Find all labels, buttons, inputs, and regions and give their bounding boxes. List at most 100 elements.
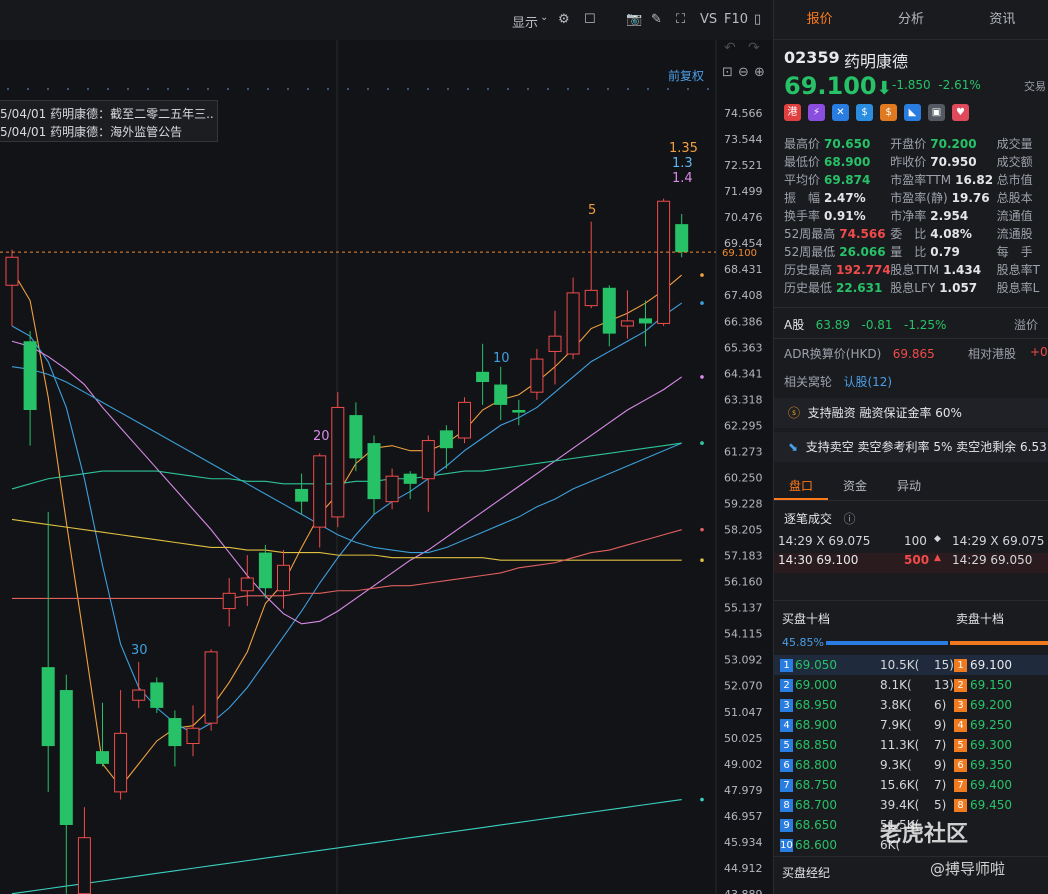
layout-icon[interactable]: ☐ xyxy=(584,12,596,27)
adjust-mode-button[interactable]: 前复权 xyxy=(668,67,704,84)
y-tick-label: 64.341 xyxy=(724,367,763,380)
stat-value: 69.874 xyxy=(824,173,871,187)
redo-icon[interactable]: ↷ xyxy=(748,40,760,56)
feature-badge-icon[interactable]: ▣ xyxy=(928,104,945,121)
stat-label: 流通值 xyxy=(996,209,1033,223)
y-tick-label: 50.025 xyxy=(724,732,763,745)
bid-volume: 10.5K( xyxy=(880,658,920,672)
candle-body xyxy=(602,287,616,334)
candle-body xyxy=(23,341,37,411)
candle-body xyxy=(77,837,91,894)
news-annotation-1[interactable]: 5/04/01 药明康德：截至二零二五年三... xyxy=(0,105,213,123)
stat-cell: 市盈率(静) 19.76 xyxy=(890,189,996,207)
feature-badge-icon[interactable]: ♥ xyxy=(952,104,969,121)
stat-cell: 总股本 xyxy=(997,189,1048,207)
y-tick-label: 44.912 xyxy=(724,862,763,875)
bid-percent: 45.85% xyxy=(782,636,824,649)
kline-chart-pane[interactable]: 74.566 73.544 72.521 71.499 70.476 69.454 68.4… xyxy=(0,0,773,894)
candle-body xyxy=(59,690,73,825)
feature-badge-icon[interactable]: ◣ xyxy=(904,104,921,121)
dot-marker xyxy=(507,88,509,90)
feature-badge-icon[interactable]: ✕ xyxy=(832,104,849,121)
ticks-title-label: 逐笔成交 xyxy=(784,512,833,526)
tab-capital[interactable]: 资金 xyxy=(828,474,882,500)
order-book-row[interactable]: 7 68.750 15.6K(7) 7 69.400 xyxy=(774,775,1048,795)
dot-marker xyxy=(307,88,309,90)
tab-quote[interactable]: 报价 xyxy=(774,0,865,39)
zoom-reset-icon[interactable]: ⊡ xyxy=(722,65,733,80)
f10-button[interactable]: F10 xyxy=(724,12,748,27)
a-share-percent: -1.25% xyxy=(904,318,947,332)
info-icon[interactable]: ⓘ xyxy=(843,512,855,526)
news-annotation-box[interactable]: 5/04/01 药明康德：截至二零二五年三... 5/04/01 药明康德：海外… xyxy=(0,100,218,142)
short-info-row[interactable]: ⬊ 支持卖空 卖空参考利率 5% 卖空池剩余 6.53 xyxy=(774,432,1048,462)
ma-end-dot xyxy=(700,301,704,305)
bid-level-badge: 7 xyxy=(780,779,793,792)
order-book-row[interactable]: 1 69.050 10.5K(15) 1 69.100 xyxy=(774,655,1048,675)
order-book-row[interactable]: 8 68.700 39.4K(5) 8 69.450 xyxy=(774,795,1048,815)
stat-cell: 昨收价 70.950 xyxy=(890,153,996,171)
stat-value: 2.954 xyxy=(930,209,969,223)
candle-body xyxy=(277,564,290,592)
fullscreen-icon[interactable]: ⛶ xyxy=(676,12,685,27)
ma-line xyxy=(11,302,683,734)
tab-order-book[interactable]: 盘口 xyxy=(774,474,828,500)
vs-button[interactable]: VS xyxy=(700,12,717,27)
bid-price: 68.950 xyxy=(795,698,837,712)
feature-badge-icon[interactable]: 港 xyxy=(784,104,801,121)
order-book-row[interactable]: 5 68.850 11.3K(7) 5 69.300 xyxy=(774,735,1048,755)
tab-news[interactable]: 资讯 xyxy=(957,0,1048,39)
ma-period-label: 10 xyxy=(493,351,510,366)
ma-line xyxy=(11,366,682,554)
margin-info-row[interactable]: ⓢ 支持融资 融资保证金率 60% xyxy=(774,398,1048,428)
zoom-out-icon[interactable]: ⊖ xyxy=(738,65,749,80)
gear-icon[interactable]: ⚙ xyxy=(558,12,570,27)
display-menu[interactable]: 显示 xyxy=(512,12,538,31)
feature-badge-icon[interactable]: $ xyxy=(856,104,873,121)
bid-volume: 7.9K( xyxy=(880,718,912,732)
chevron-down-icon[interactable]: ⌄ xyxy=(540,12,548,23)
bid-count: 9) xyxy=(934,718,947,732)
bid-level-badge: 10 xyxy=(780,839,793,852)
ma-end-dot xyxy=(700,375,704,379)
panel-toggle-icon[interactable]: ▯ xyxy=(754,12,761,27)
camera-icon[interactable]: 📷 xyxy=(626,12,642,27)
bid-count: 13) xyxy=(934,678,954,692)
feature-badge-icon[interactable]: $ xyxy=(880,104,897,121)
zoom-in-icon[interactable]: ⊕ xyxy=(754,65,765,80)
stat-cell: 股息TTM 1.434 xyxy=(890,261,996,279)
candle-body xyxy=(421,440,435,480)
y-tick-label: 43.889 xyxy=(724,888,763,894)
tick-right: 14:29 69.050 xyxy=(952,553,1033,567)
dot-marker xyxy=(147,88,149,90)
order-book-row[interactable]: 2 69.000 8.1K(13) 2 69.150 xyxy=(774,675,1048,695)
stat-cell: 市净率 2.954 xyxy=(890,207,996,225)
stat-value: 0.91% xyxy=(824,209,866,223)
adr-row: ADR换算价(HKD) 69.865 相对港股 +0. xyxy=(784,345,1048,362)
ask-level-badge: 5 xyxy=(954,739,967,752)
stat-cell: 每 手 xyxy=(997,243,1048,261)
order-book-row[interactable]: 6 68.800 9.3K(9) 6 69.350 xyxy=(774,755,1048,775)
dot-marker xyxy=(207,88,209,90)
bid-ratio-bar xyxy=(826,641,948,645)
bid-count: 15) xyxy=(934,658,954,672)
news-annotation-2[interactable]: 5/04/01 药明康德：海外监管公告 xyxy=(0,123,213,141)
stat-label: 每 手 xyxy=(996,245,1033,259)
pen-icon[interactable]: ✎ xyxy=(651,12,662,27)
tick-row: 14:29 X 69.075 100 ◆ 14:29 X 69.075 xyxy=(774,534,1048,554)
bid-count: 7) xyxy=(934,738,947,752)
stat-cell: 量 比 0.79 xyxy=(890,243,996,261)
y-tick-label: 46.957 xyxy=(724,810,763,823)
feature-badge-icon[interactable]: ⚡ xyxy=(808,104,825,121)
stats-row: 最低价 68.900 昨收价 70.950 成交额 xyxy=(784,153,1048,171)
tab-analysis[interactable]: 分析 xyxy=(865,0,956,39)
warrants-link[interactable]: 认股(12) xyxy=(843,375,892,389)
tab-movers[interactable]: 异动 xyxy=(882,474,936,500)
a-share-row[interactable]: A股 63.89 -0.81 -1.25% 溢价 xyxy=(784,316,1038,333)
chart-down-icon: ⬊ xyxy=(788,440,799,454)
bid-level-badge: 2 xyxy=(780,679,793,692)
warrants-row[interactable]: 相关窝轮 认股(12) xyxy=(784,373,892,390)
undo-icon[interactable]: ↶ xyxy=(724,40,736,56)
order-book-row[interactable]: 4 68.900 7.9K(9) 4 69.250 xyxy=(774,715,1048,735)
order-book-row[interactable]: 3 68.950 3.8K(6) 3 69.200 xyxy=(774,695,1048,715)
